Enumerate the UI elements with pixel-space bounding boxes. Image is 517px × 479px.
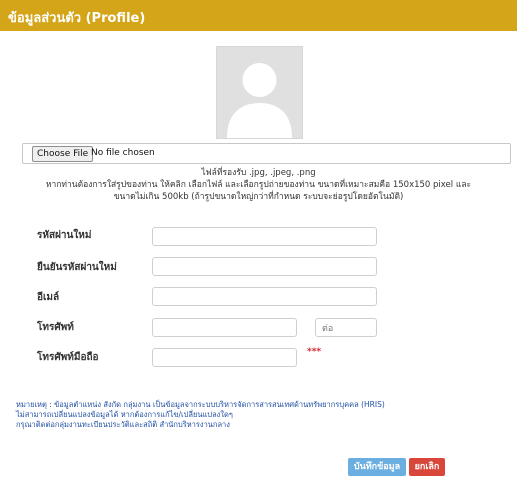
mobile-label: โทรศัพท์มือถือ xyxy=(37,352,99,363)
email-input[interactable] xyxy=(152,287,377,306)
upload-size-note: ขนาดไม่เกิน 500kb (ถ้ารูปขนาดใหญ่กว่าที่… xyxy=(113,192,404,202)
save-button[interactable]: บันทึกข้อมูล xyxy=(348,458,406,476)
cancel-button[interactable]: ยกเลิก xyxy=(409,458,445,476)
phone-label: โทรศัพท์ xyxy=(37,322,74,333)
required-marker: *** xyxy=(307,347,322,357)
upload-instructions: หากท่านต้องการใส่รูปของท่าน ให้คลิก เลือ… xyxy=(45,180,472,190)
panel-title: ข้อมูลส่วนตัว (Profile) xyxy=(8,11,146,26)
new-password-input[interactable] xyxy=(152,227,377,246)
choose-file-button[interactable]: Choose File xyxy=(32,146,94,162)
new-password-label: รหัสผ่านใหม่ xyxy=(37,230,92,241)
email-label: อีเมล์ xyxy=(37,292,60,303)
file-status: No file chosen xyxy=(91,148,155,158)
avatar-placeholder-icon xyxy=(216,46,303,139)
confirm-password-input[interactable] xyxy=(152,257,377,276)
confirm-password-label: ยืนยันรหัสผ่านใหม่ xyxy=(37,262,117,273)
supported-formats-note: ไฟล์ที่รองรับ .jpg, .jpeg, .png xyxy=(201,168,316,178)
phone-extension-input[interactable] xyxy=(315,318,377,337)
phone-input[interactable] xyxy=(152,318,297,337)
remark-line-3: กรุณาติดต่อกลุ่มงานทะเบียนประวัติและสถิต… xyxy=(16,420,230,429)
file-upload-field[interactable]: Choose File No file chosen xyxy=(22,143,511,164)
mobile-input[interactable] xyxy=(152,348,297,367)
panel-header: ข้อมูลส่วนตัว (Profile) xyxy=(0,0,517,31)
